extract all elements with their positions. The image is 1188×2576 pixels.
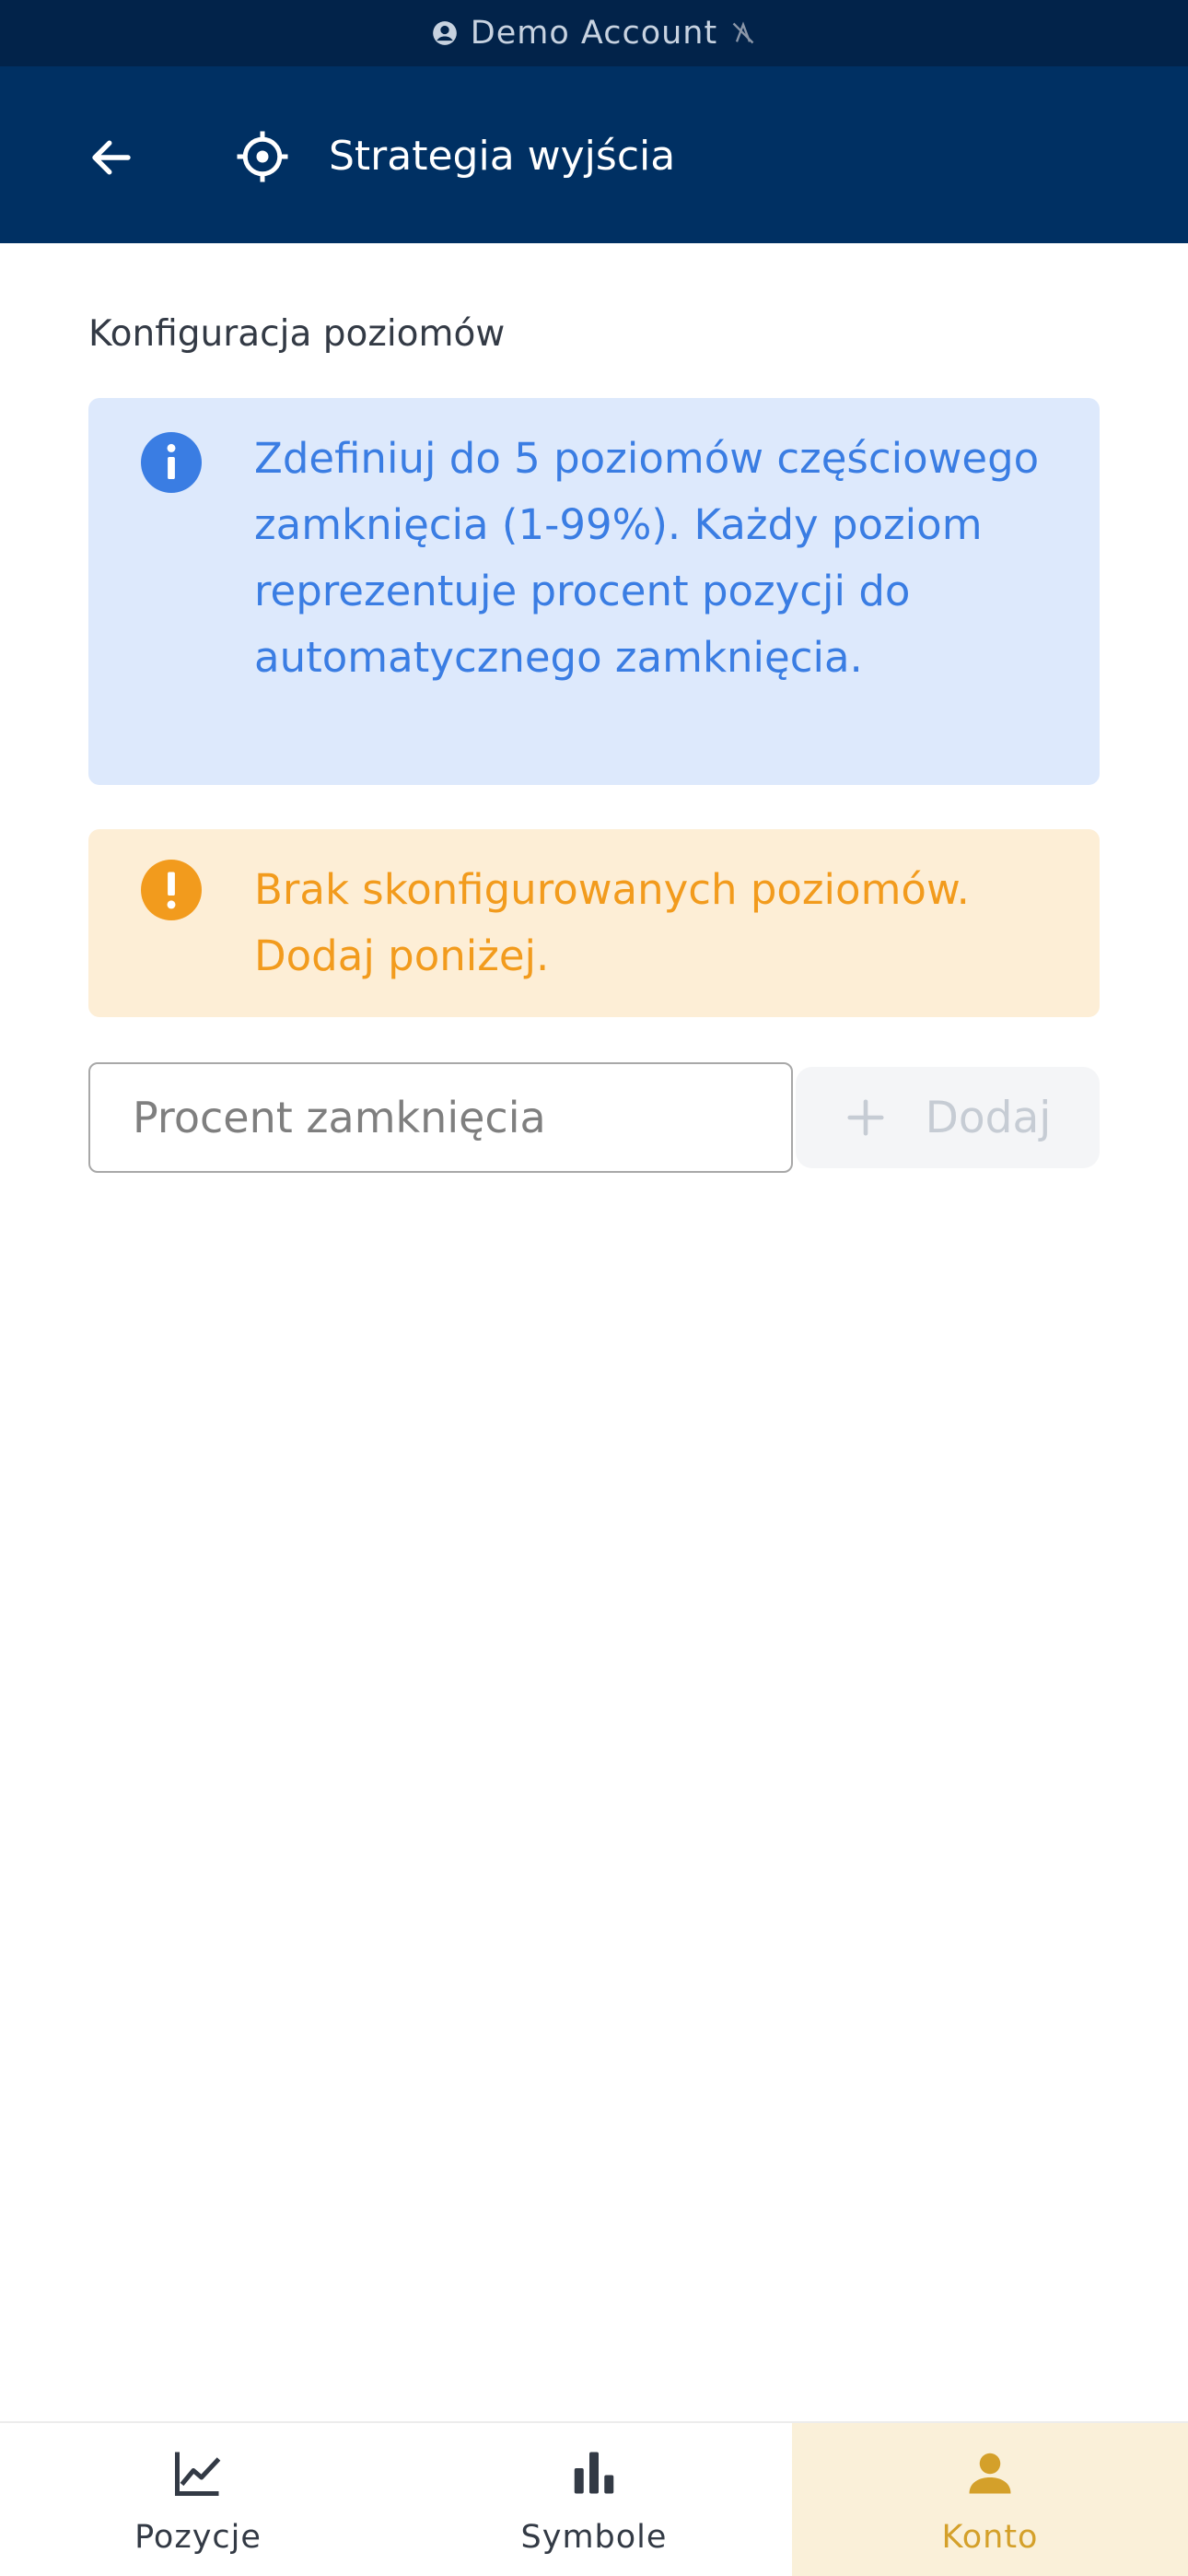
nav-label: Symbole <box>520 2519 668 2556</box>
back-button[interactable] <box>81 127 142 188</box>
add-level-button[interactable]: Dodaj <box>796 1067 1100 1168</box>
status-bar: Demo Account <box>0 0 1188 66</box>
nav-item-symbole[interactable]: Symbole <box>396 2423 792 2576</box>
percent-input[interactable] <box>88 1062 793 1173</box>
nav-item-konto[interactable]: Konto <box>792 2423 1188 2576</box>
warning-icon <box>141 860 202 920</box>
nav-item-pozycje[interactable]: Pozycje <box>0 2423 396 2576</box>
warning-box: Brak skonfigurowanych poziomów. Dodaj po… <box>88 829 1100 1017</box>
info-icon <box>141 432 202 493</box>
bottom-nav: Pozycje Symbole Konto <box>0 2421 1188 2576</box>
info-message: Zdefiniuj do 5 poziomów częściowego zamk… <box>254 434 1040 682</box>
account-circle-icon <box>432 21 457 45</box>
status-account-label: Demo Account <box>470 15 718 52</box>
nav-label: Pozycje <box>134 2519 262 2556</box>
info-box: Zdefiniuj do 5 poziomów częściowego zamk… <box>88 398 1100 785</box>
signal-off-icon <box>732 21 754 44</box>
warning-message: Brak skonfigurowanych poziomów. Dodaj po… <box>254 865 970 980</box>
app-header: Strategia wyjścia <box>0 66 1188 243</box>
arrow-back-icon <box>92 140 131 175</box>
person-icon <box>969 2453 1011 2494</box>
section-title: Konfiguracja poziomów <box>88 313 506 355</box>
page-title: Strategia wyjścia <box>329 133 676 180</box>
line-chart-icon <box>175 2452 221 2496</box>
nav-label: Konto <box>941 2519 1039 2556</box>
bar-chart-icon <box>574 2452 614 2494</box>
add-level-label: Dodaj <box>925 1092 1052 1143</box>
crosshair-target-icon <box>237 131 288 182</box>
plus-icon <box>847 1099 884 1136</box>
